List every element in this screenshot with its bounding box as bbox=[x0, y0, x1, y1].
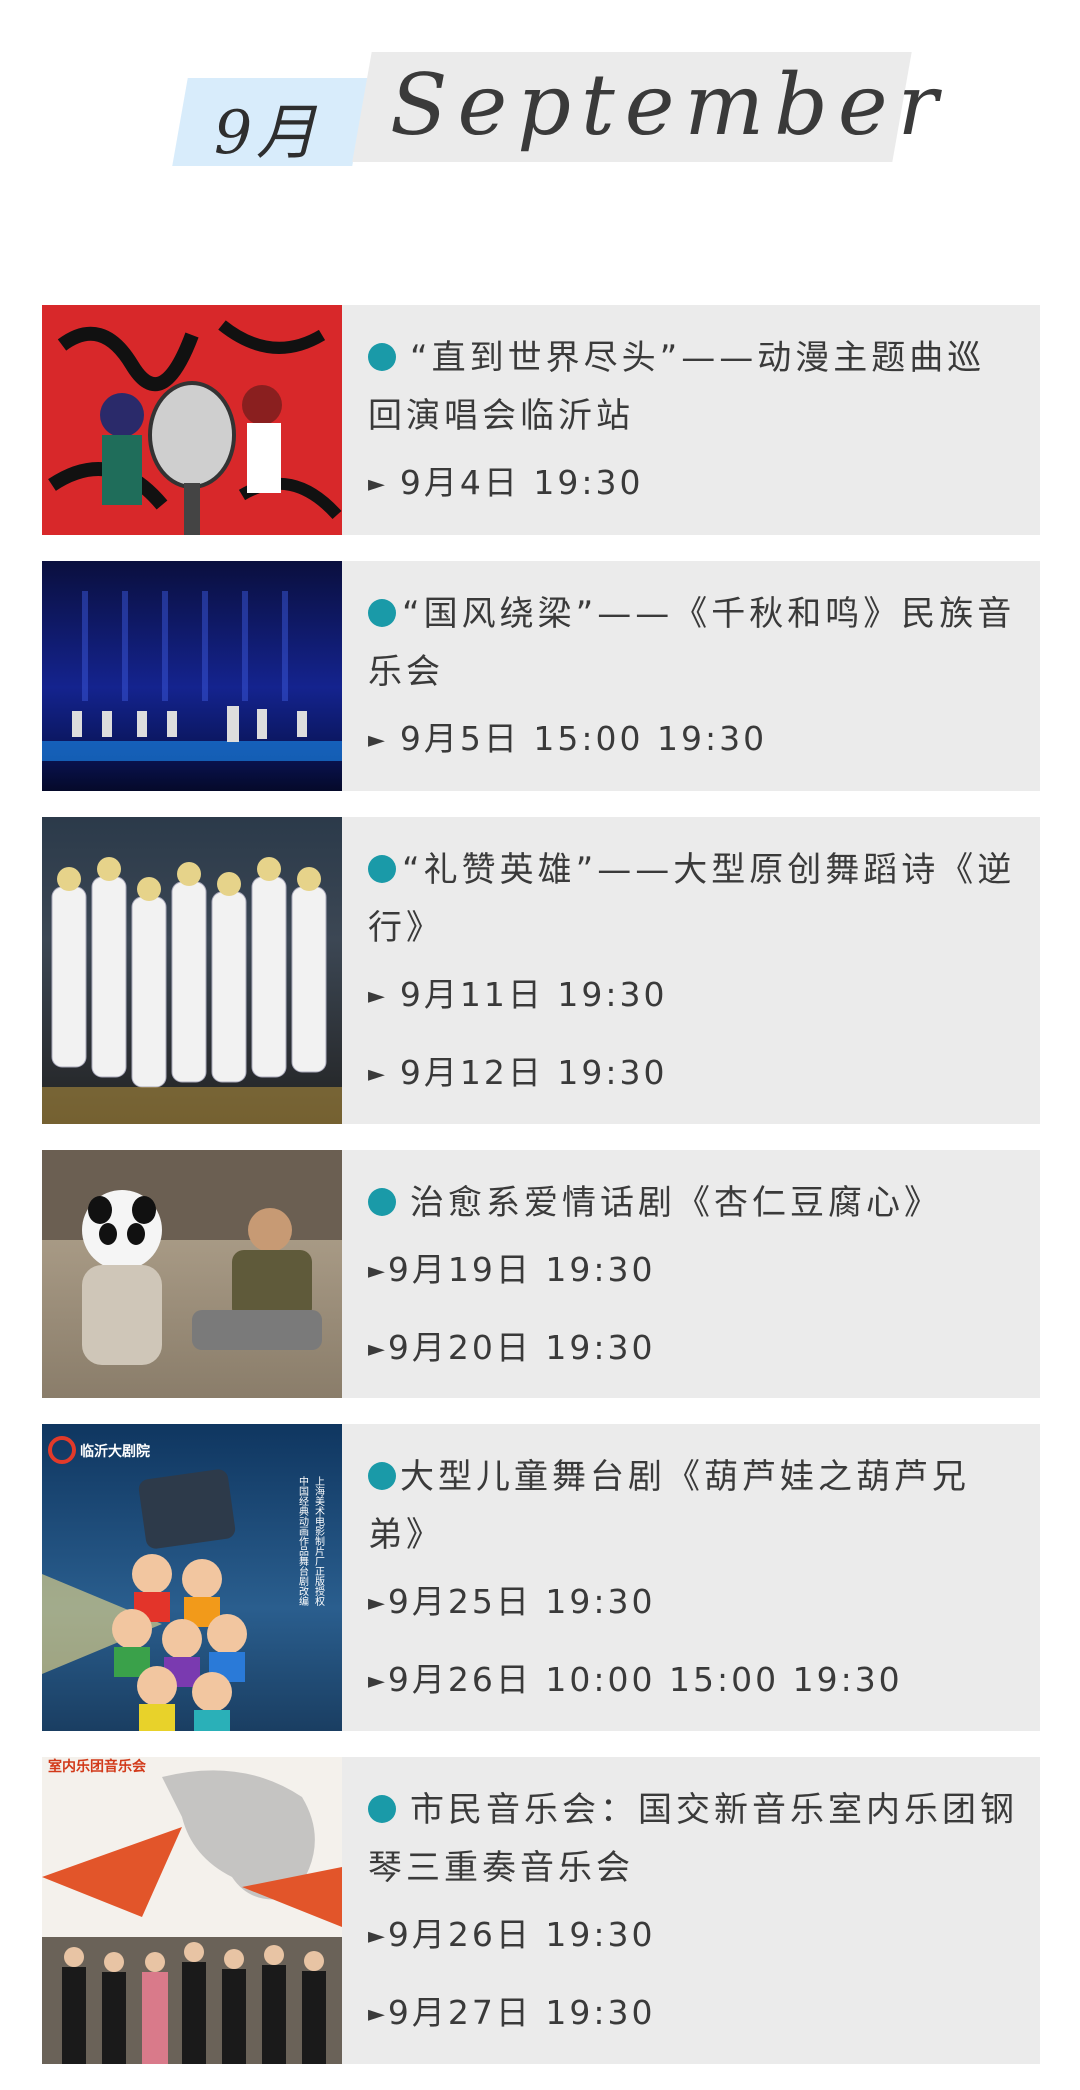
drama-stage-photo bbox=[42, 1150, 342, 1365]
event-poster-image bbox=[42, 561, 342, 791]
event-card[interactable]: “礼赞英雄”——大型原创舞蹈诗《逆行》 ► 9月11日 19:30 ► 9月12日 … bbox=[42, 817, 1040, 1124]
anime-concert-poster bbox=[48, 320, 342, 535]
bullet-dot-icon bbox=[368, 599, 396, 627]
event-date: ►9月26日 10:00 15:00 19:30 bbox=[368, 1660, 903, 1699]
bullet-dot-icon bbox=[368, 1462, 396, 1490]
event-info: “礼赞英雄”——大型原创舞蹈诗《逆行》 ► 9月11日 19:30 ► 9月12日 … bbox=[342, 817, 1040, 1124]
event-card[interactable]: 临沂大剧院 上海美术电影制片厂正版授权 中国经典动画作品舞台剧改编 大型儿童舞台… bbox=[42, 1424, 1040, 1731]
event-date: ►9月19日 19:30 bbox=[368, 1250, 656, 1289]
event-poster-image: 临沂大剧院 上海美术电影制片厂正版授权 中国经典动画作品舞台剧改编 bbox=[42, 1424, 342, 1731]
event-date: ► 9月4日 19:30 bbox=[368, 463, 644, 502]
chamber-music-poster: 室内乐团音乐会 bbox=[42, 1758, 342, 2064]
event-info: 大型儿童舞台剧《葫芦娃之葫芦兄弟》 ►9月25日 19:30 ►9月26日 10… bbox=[342, 1424, 1040, 1731]
month-cn-label: 9月 bbox=[214, 98, 321, 168]
play-triangle-icon: ► bbox=[368, 1337, 388, 1362]
event-date: ►9月20日 19:30 bbox=[368, 1328, 656, 1367]
play-triangle-icon: ► bbox=[368, 984, 388, 1009]
play-triangle-icon: ► bbox=[368, 728, 388, 753]
event-date: ► 9月11日 19:30 bbox=[368, 975, 668, 1014]
play-triangle-icon: ► bbox=[368, 1062, 388, 1087]
event-poster-image: 室内乐团音乐会 bbox=[42, 1757, 342, 2064]
play-triangle-icon: ► bbox=[368, 1259, 388, 1284]
month-en-label: September bbox=[390, 56, 948, 154]
event-date: ►9月27日 19:30 bbox=[368, 1993, 656, 2032]
poster-brand-text: 临沂大剧院 bbox=[80, 1443, 150, 1460]
event-card[interactable]: “国风绕梁”——《千秋和鸣》民族音乐会 ► 9月5日 15:00 19:30 bbox=[42, 561, 1040, 791]
month-header: 9月 September bbox=[0, 0, 1080, 200]
event-info: “国风绕梁”——《千秋和鸣》民族音乐会 ► 9月5日 15:00 19:30 bbox=[342, 561, 1040, 791]
play-triangle-icon: ► bbox=[368, 1591, 388, 1616]
bullet-dot-icon bbox=[368, 343, 396, 371]
event-date: ►9月26日 19:30 bbox=[368, 1915, 656, 1954]
play-triangle-icon: ► bbox=[368, 1924, 388, 1949]
bullet-dot-icon bbox=[368, 1188, 396, 1216]
play-triangle-icon: ► bbox=[368, 2002, 388, 2027]
event-info: “直到世界尽头”——动漫主题曲巡回演唱会临沂站 ► 9月4日 19:30 bbox=[342, 305, 1040, 535]
event-poster-image bbox=[42, 817, 342, 1124]
play-triangle-icon: ► bbox=[368, 1669, 388, 1694]
event-info: 市民音乐会：国交新音乐室内乐团钢琴三重奏音乐会 ►9月26日 19:30 ►9月… bbox=[342, 1757, 1040, 2064]
event-title: 治愈系爱情话剧《杏仁豆腐心》 bbox=[368, 1174, 1018, 1232]
event-poster-image bbox=[42, 1150, 342, 1398]
event-date: ► 9月12日 19:30 bbox=[368, 1053, 668, 1092]
event-list: “直到世界尽头”——动漫主题曲巡回演唱会临沂站 ► 9月4日 19:30 “国风… bbox=[42, 305, 1040, 2090]
event-date: ►9月25日 19:30 bbox=[368, 1582, 656, 1621]
folk-concert-stage-photo bbox=[42, 591, 342, 761]
calabash-brothers-poster: 临沂大剧院 上海美术电影制片厂正版授权 中国经典动画作品舞台剧改编 bbox=[42, 1436, 325, 1731]
event-date: ► 9月5日 15:00 19:30 bbox=[368, 719, 768, 758]
event-poster-image bbox=[42, 305, 342, 535]
event-info: 治愈系爱情话剧《杏仁豆腐心》 ►9月19日 19:30 ►9月20日 19:30 bbox=[342, 1150, 1040, 1398]
poster-vertical-text-2: 中国经典动画作品舞台剧改编 bbox=[297, 1475, 309, 1607]
event-card[interactable]: 治愈系爱情话剧《杏仁豆腐心》 ►9月19日 19:30 ►9月20日 19:30 bbox=[42, 1150, 1040, 1398]
event-card[interactable]: “直到世界尽头”——动漫主题曲巡回演唱会临沂站 ► 9月4日 19:30 bbox=[42, 305, 1040, 535]
event-title: “直到世界尽头”——动漫主题曲巡回演唱会临沂站 bbox=[368, 338, 986, 436]
event-title: 市民音乐会：国交新音乐室内乐团钢琴三重奏音乐会 bbox=[368, 1790, 1018, 1888]
event-title: 大型儿童舞台剧《葫芦娃之葫芦兄弟》 bbox=[368, 1457, 970, 1555]
play-triangle-icon: ► bbox=[368, 472, 388, 497]
event-title: “国风绕梁”——《千秋和鸣》民族音乐会 bbox=[368, 594, 1016, 692]
poster-banner-text: 室内乐团音乐会 bbox=[48, 1758, 147, 1775]
event-card[interactable]: 室内乐团音乐会 市民音乐会：国交新音乐室内乐团钢琴三重奏音乐会 ►9月26日 1… bbox=[42, 1757, 1040, 2064]
dance-poem-stage-photo bbox=[42, 857, 342, 1124]
poster-vertical-text-1: 上海美术电影制片厂正版授权 bbox=[313, 1476, 325, 1607]
bullet-dot-icon bbox=[368, 1795, 396, 1823]
event-title: “礼赞英雄”——大型原创舞蹈诗《逆行》 bbox=[368, 850, 1016, 948]
bullet-dot-icon bbox=[368, 855, 396, 883]
